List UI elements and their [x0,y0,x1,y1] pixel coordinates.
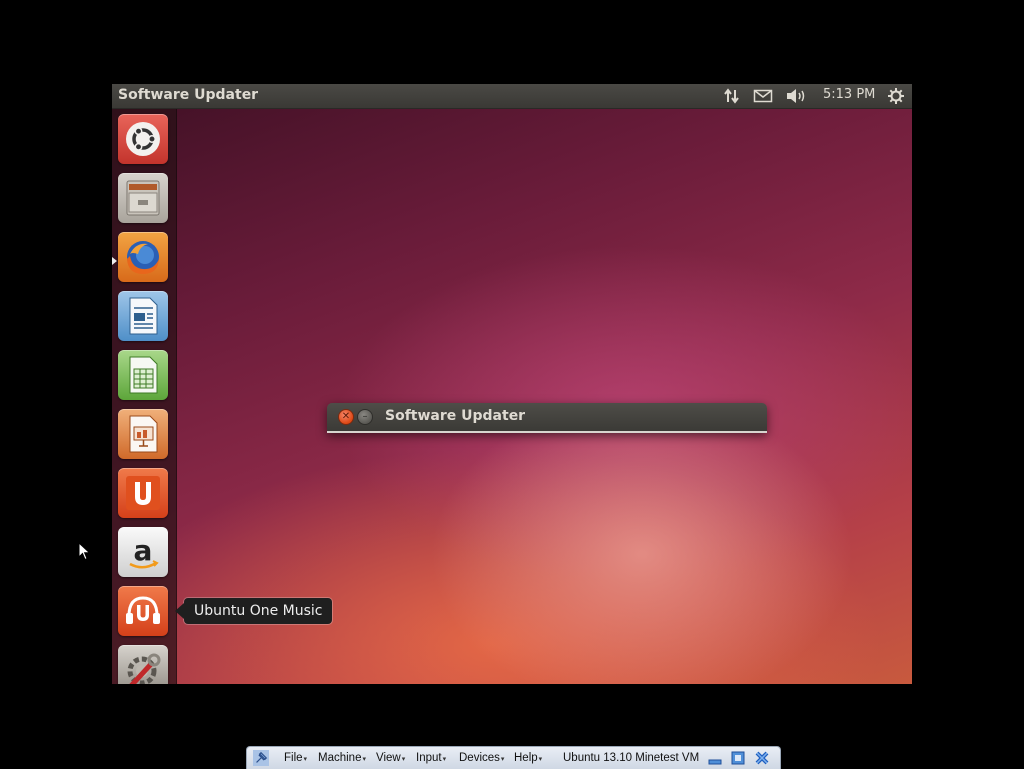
impress-icon [129,415,158,453]
minimize-icon: – [362,411,368,422]
launcher-impress[interactable] [118,409,168,459]
launcher-amazon[interactable]: a [118,527,168,577]
volume-icon[interactable] [785,87,807,105]
virtualbox-menubar: File Machine View Input Devices Help Ubu… [246,746,781,769]
vbox-menu-view[interactable]: View [376,752,405,764]
gear-icon[interactable] [887,87,905,105]
vbox-menu-devices[interactable]: Devices [459,752,504,764]
calc-icon [129,356,158,394]
launcher-ubuntu-one[interactable] [118,468,168,518]
restore-icon[interactable] [730,750,746,766]
minimize-icon[interactable] [707,750,723,766]
vbox-menu-help[interactable]: Help [514,752,542,764]
launcher-writer[interactable] [118,291,168,341]
firefox-icon [127,241,159,274]
panel-app-title: Software Updater [118,87,259,103]
file-cabinet-icon [126,180,160,216]
ubuntu-logo-icon [126,122,160,156]
launcher-calc[interactable] [118,350,168,400]
launcher-firefox[interactable] [118,232,168,282]
mail-icon[interactable] [753,87,773,105]
window-close-button[interactable]: ✕ [338,409,354,425]
panel-clock[interactable]: 5:13 PM [823,87,875,102]
vbox-menu-input[interactable]: Input [416,752,446,764]
mouse-pointer-icon [78,542,91,561]
top-panel: Software Updater 5:13 PM [112,84,912,109]
vm-name-label: Ubuntu 13.10 Minetest VM [563,752,700,764]
vbox-menu-machine[interactable]: Machine [318,752,366,764]
window-title: Software Updater [385,408,526,424]
launcher-dash-home[interactable] [118,114,168,164]
software-updater-window[interactable]: ✕ – Software Updater [327,403,767,433]
window-minimize-button[interactable]: – [357,409,373,425]
launcher-ubuntu-one-music[interactable] [118,586,168,636]
headphones-icon [126,596,160,624]
launcher-tooltip: Ubuntu One Music [174,598,333,624]
wrench-gear-icon [127,653,161,684]
close-icon: ✕ [341,411,351,422]
launcher-files[interactable] [118,173,168,223]
ubuntu-one-icon [126,476,160,510]
close-icon[interactable] [754,750,770,766]
vbox-menu-file[interactable]: File [284,752,307,764]
unity-launcher: a [112,109,177,684]
svg-text:a: a [134,534,153,567]
running-indicator [112,257,117,265]
launcher-system-settings[interactable] [118,645,168,684]
vm-display: Software Updater 5:13 PM a Ubuntu One Mu… [112,84,912,684]
writer-icon [129,297,158,335]
network-transfer-icon[interactable] [722,87,742,105]
amazon-icon: a [129,534,159,569]
pin-icon[interactable] [253,750,269,766]
